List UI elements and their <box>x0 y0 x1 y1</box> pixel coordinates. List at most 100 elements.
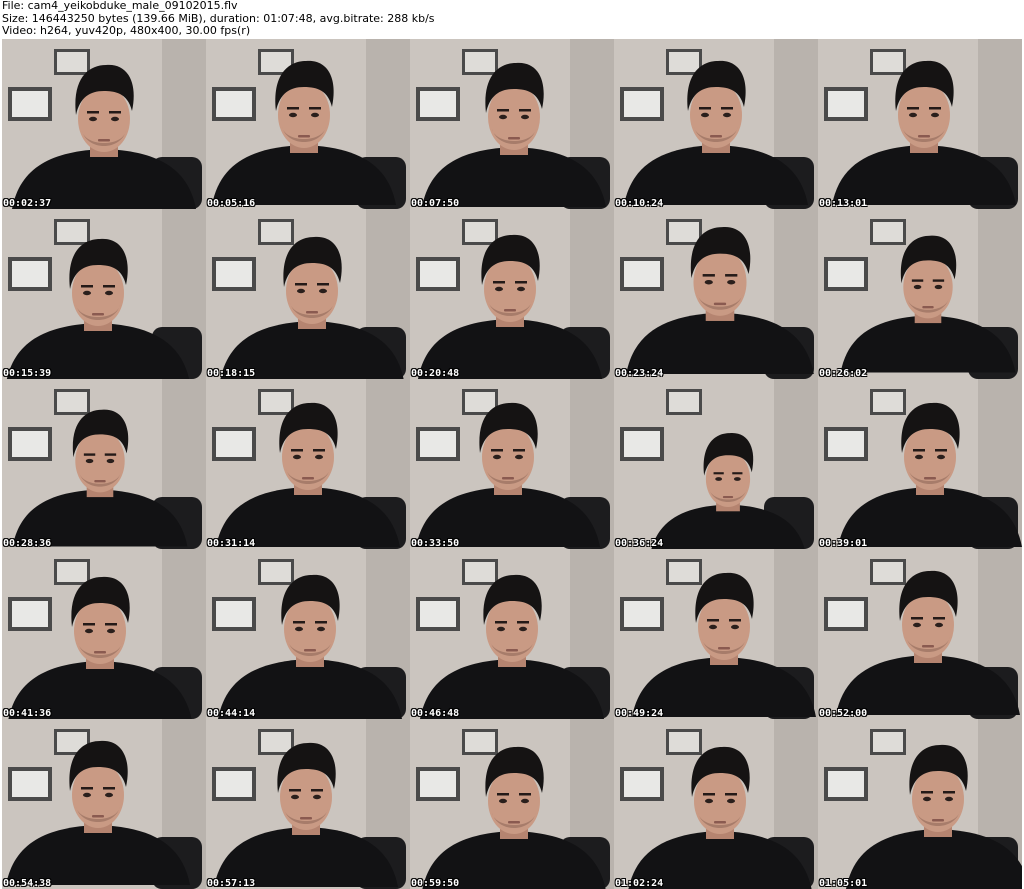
brow-left <box>293 621 305 624</box>
video-thumbnail: 00:59:50 <box>410 719 614 889</box>
wall-frame-left-inner <box>828 91 864 117</box>
mouth <box>922 306 934 309</box>
webcam-frame <box>614 39 818 209</box>
video-info-line: Video: h264, yuv420p, 480x400, 30.00 fps… <box>2 24 251 37</box>
webcam-frame <box>206 379 410 549</box>
eye-left <box>715 477 723 481</box>
video-thumbnail: 00:15:39 <box>2 209 206 379</box>
brow-right <box>732 472 743 475</box>
brow-right <box>317 283 329 286</box>
mouth <box>718 647 730 650</box>
webcam-frame <box>818 39 1022 209</box>
eye-left <box>83 290 91 296</box>
brow-right <box>519 793 531 796</box>
brow-left <box>921 791 933 794</box>
eye-right <box>521 798 529 804</box>
wall-frame-left-inner <box>624 601 660 627</box>
wall-frame-left-inner <box>828 601 864 627</box>
mouth <box>502 477 514 480</box>
eye-left <box>499 114 507 120</box>
video-thumbnail: 00:44:14 <box>206 549 410 719</box>
brow-right <box>725 274 738 277</box>
eye-right <box>515 454 523 460</box>
timestamp-label: 00:33:50 <box>411 538 460 549</box>
eye-left <box>293 454 301 460</box>
eye-right <box>727 279 736 285</box>
eye-right <box>105 792 113 798</box>
eye-left <box>497 626 505 632</box>
wall-frame-left-inner <box>216 91 252 117</box>
wall-frame-top-inner <box>465 392 495 412</box>
video-thumbnail: 01:02:24 <box>614 719 818 889</box>
wall-frame-left-inner <box>420 91 456 117</box>
brow-right <box>104 453 117 456</box>
video-thumbnail: 00:49:24 <box>614 549 818 719</box>
video-thumbnail: 00:23:24 <box>614 209 818 379</box>
eye-left <box>289 112 297 118</box>
brow-left <box>87 111 99 114</box>
eye-right <box>317 626 325 632</box>
brow-right <box>109 111 121 114</box>
wall-frame-left-inner <box>420 601 456 627</box>
wall-frame-left-inner <box>420 431 456 457</box>
webcam-frame <box>410 379 614 549</box>
wall-frame-top-inner <box>261 222 291 242</box>
mouth <box>508 137 520 140</box>
wall-frame-left-inner <box>12 771 48 797</box>
webcam-frame <box>206 719 410 889</box>
eye-right <box>521 114 529 120</box>
wall-frame-top-inner <box>261 562 291 582</box>
eye-right <box>731 624 739 630</box>
webcam-frame <box>2 549 206 719</box>
wall-frame-top-inner <box>57 392 87 412</box>
wall-frame-left-inner <box>828 261 864 287</box>
brow-left <box>702 274 715 277</box>
brow-right <box>721 107 733 110</box>
eye-left <box>701 112 709 118</box>
mouth <box>508 821 520 824</box>
brow-right <box>313 449 325 452</box>
video-thumbnail: 00:41:36 <box>2 549 206 719</box>
brow-left <box>81 787 93 790</box>
eye-left <box>915 454 923 460</box>
brow-left <box>81 285 93 288</box>
brow-right <box>933 617 945 620</box>
eye-right <box>733 477 741 481</box>
brow-left <box>289 789 301 792</box>
eye-left <box>89 116 97 122</box>
wall-frame-top-inner <box>669 222 699 242</box>
eye-left <box>913 622 921 628</box>
mouth <box>92 815 104 818</box>
mouth <box>94 480 106 483</box>
wall-frame-top-inner <box>873 52 903 72</box>
brow-left <box>911 279 924 282</box>
eye-left <box>909 112 917 118</box>
wall-frame-top-inner <box>57 562 87 582</box>
wall-frame-left-inner <box>12 91 48 117</box>
eye-left <box>705 798 713 804</box>
wall-frame-left-inner <box>624 91 660 117</box>
mouth <box>302 477 314 480</box>
eye-right <box>519 626 527 632</box>
timestamp-label: 00:59:50 <box>411 878 460 889</box>
wall-frame-top-inner <box>57 52 87 72</box>
timestamp-label: 01:02:24 <box>615 878 664 889</box>
wall-frame-top-inner <box>465 562 495 582</box>
webcam-frame <box>410 549 614 719</box>
timestamp-label: 00:02:37 <box>3 198 52 209</box>
mouth <box>94 651 106 654</box>
mouth <box>298 135 310 138</box>
webcam-frame <box>2 719 206 889</box>
wall-frame-left-inner <box>216 431 252 457</box>
video-thumbnail: 00:05:16 <box>206 39 410 209</box>
mouth <box>300 817 312 820</box>
eye-right <box>111 116 119 122</box>
eye-right <box>723 112 731 118</box>
brow-right <box>725 793 737 796</box>
webcam-frame <box>2 209 206 379</box>
eye-left <box>295 626 303 632</box>
webcam-frame <box>410 209 614 379</box>
wall-frame-top-inner <box>669 392 699 412</box>
brow-left <box>713 472 724 475</box>
mouth <box>506 649 518 652</box>
